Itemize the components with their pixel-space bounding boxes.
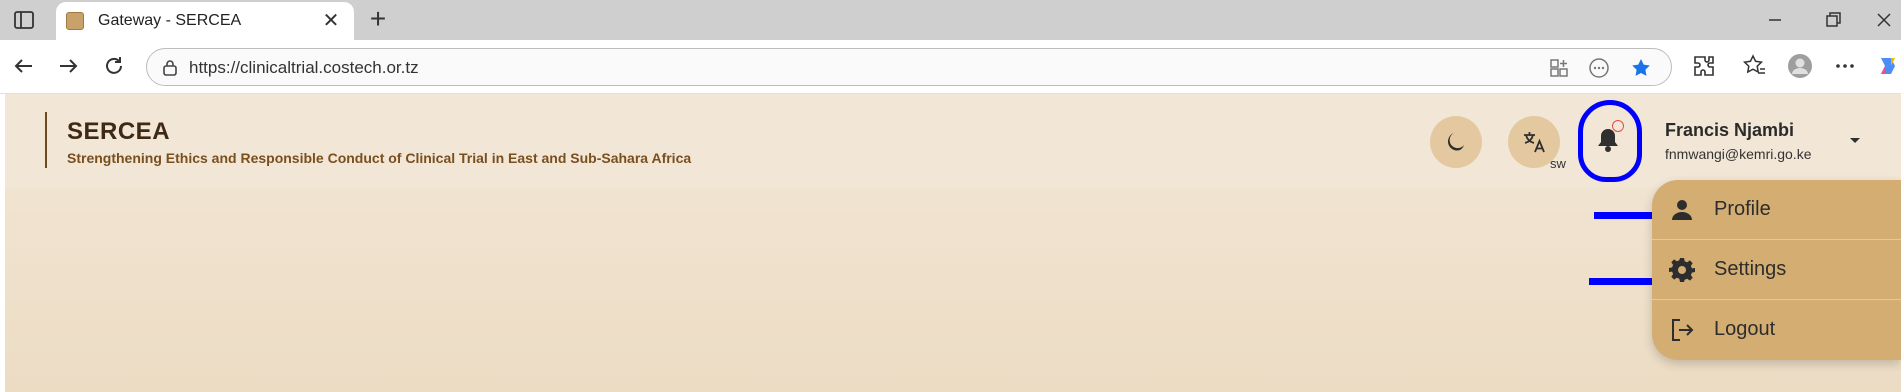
menu-label-settings: Settings [1714, 258, 1787, 280]
tab-title: Gateway - SERCEA [98, 12, 242, 29]
favorites-icon[interactable] [1741, 53, 1767, 79]
favorite-star-icon[interactable] [1630, 57, 1652, 79]
browser-tab-bar: Gateway - SERCEA ✕ + [0, 0, 1901, 40]
minimize-icon[interactable] [1763, 8, 1787, 32]
language-code: sw [1550, 156, 1566, 171]
notification-badge [1612, 120, 1624, 132]
back-icon[interactable] [10, 52, 38, 80]
person-icon [1668, 196, 1696, 224]
menu-label-profile: Profile [1714, 198, 1771, 220]
page-content: SERCEA Strengthening Ethics and Responsi… [5, 94, 1901, 392]
close-window-icon[interactable] [1872, 8, 1896, 32]
menu-item-profile[interactable]: Profile [1652, 180, 1901, 240]
user-name[interactable]: Francis Njambi [1665, 120, 1794, 141]
forward-icon[interactable] [54, 52, 82, 80]
refresh-icon[interactable] [100, 52, 128, 80]
url-text[interactable]: https://clinicaltrial.costech.or.tz [189, 58, 419, 78]
restore-icon[interactable] [1821, 8, 1845, 32]
site-favicon-icon [66, 12, 84, 30]
extensions-icon[interactable] [1691, 53, 1717, 79]
moon-icon [1447, 133, 1464, 151]
more-tools-icon[interactable] [1588, 57, 1610, 79]
theme-toggle-button[interactable] [1430, 116, 1482, 168]
menu-label-logout: Logout [1714, 318, 1776, 340]
browser-toolbar: https://clinicaltrial.costech.or.tz [0, 40, 1901, 94]
brand-title[interactable]: SERCEA [67, 118, 170, 146]
translate-icon [1524, 132, 1545, 153]
brand-subtitle: Strengthening Ethics and Responsible Con… [67, 150, 692, 166]
menu-item-settings[interactable]: Settings [1652, 240, 1901, 300]
site-info-icon[interactable] [159, 57, 181, 79]
browser-tab-active[interactable]: Gateway - SERCEA ✕ [56, 2, 354, 40]
user-email: fnmwangi@kemri.go.ke [1665, 146, 1812, 162]
copilot-icon[interactable] [1875, 53, 1901, 79]
app-available-icon[interactable] [1548, 57, 1570, 79]
annotation-line-settings [1589, 278, 1652, 285]
logout-icon [1668, 316, 1696, 344]
settings-more-icon[interactable] [1832, 53, 1858, 79]
chevron-down-icon[interactable] [1845, 130, 1865, 150]
gear-icon [1668, 256, 1696, 284]
profile-avatar-icon[interactable] [1787, 53, 1813, 79]
tab-actions-icon[interactable] [12, 8, 36, 32]
brand-divider [45, 112, 47, 168]
app-header: SERCEA Strengthening Ethics and Responsi… [5, 94, 1901, 188]
annotation-line-profile [1594, 212, 1652, 219]
tab-close-icon[interactable]: ✕ [318, 8, 344, 34]
new-tab-icon[interactable]: + [364, 5, 392, 34]
address-bar[interactable]: https://clinicaltrial.costech.or.tz [146, 48, 1672, 86]
user-dropdown-menu: Profile Settings Logout [1652, 180, 1901, 360]
menu-item-logout[interactable]: Logout [1652, 300, 1901, 360]
